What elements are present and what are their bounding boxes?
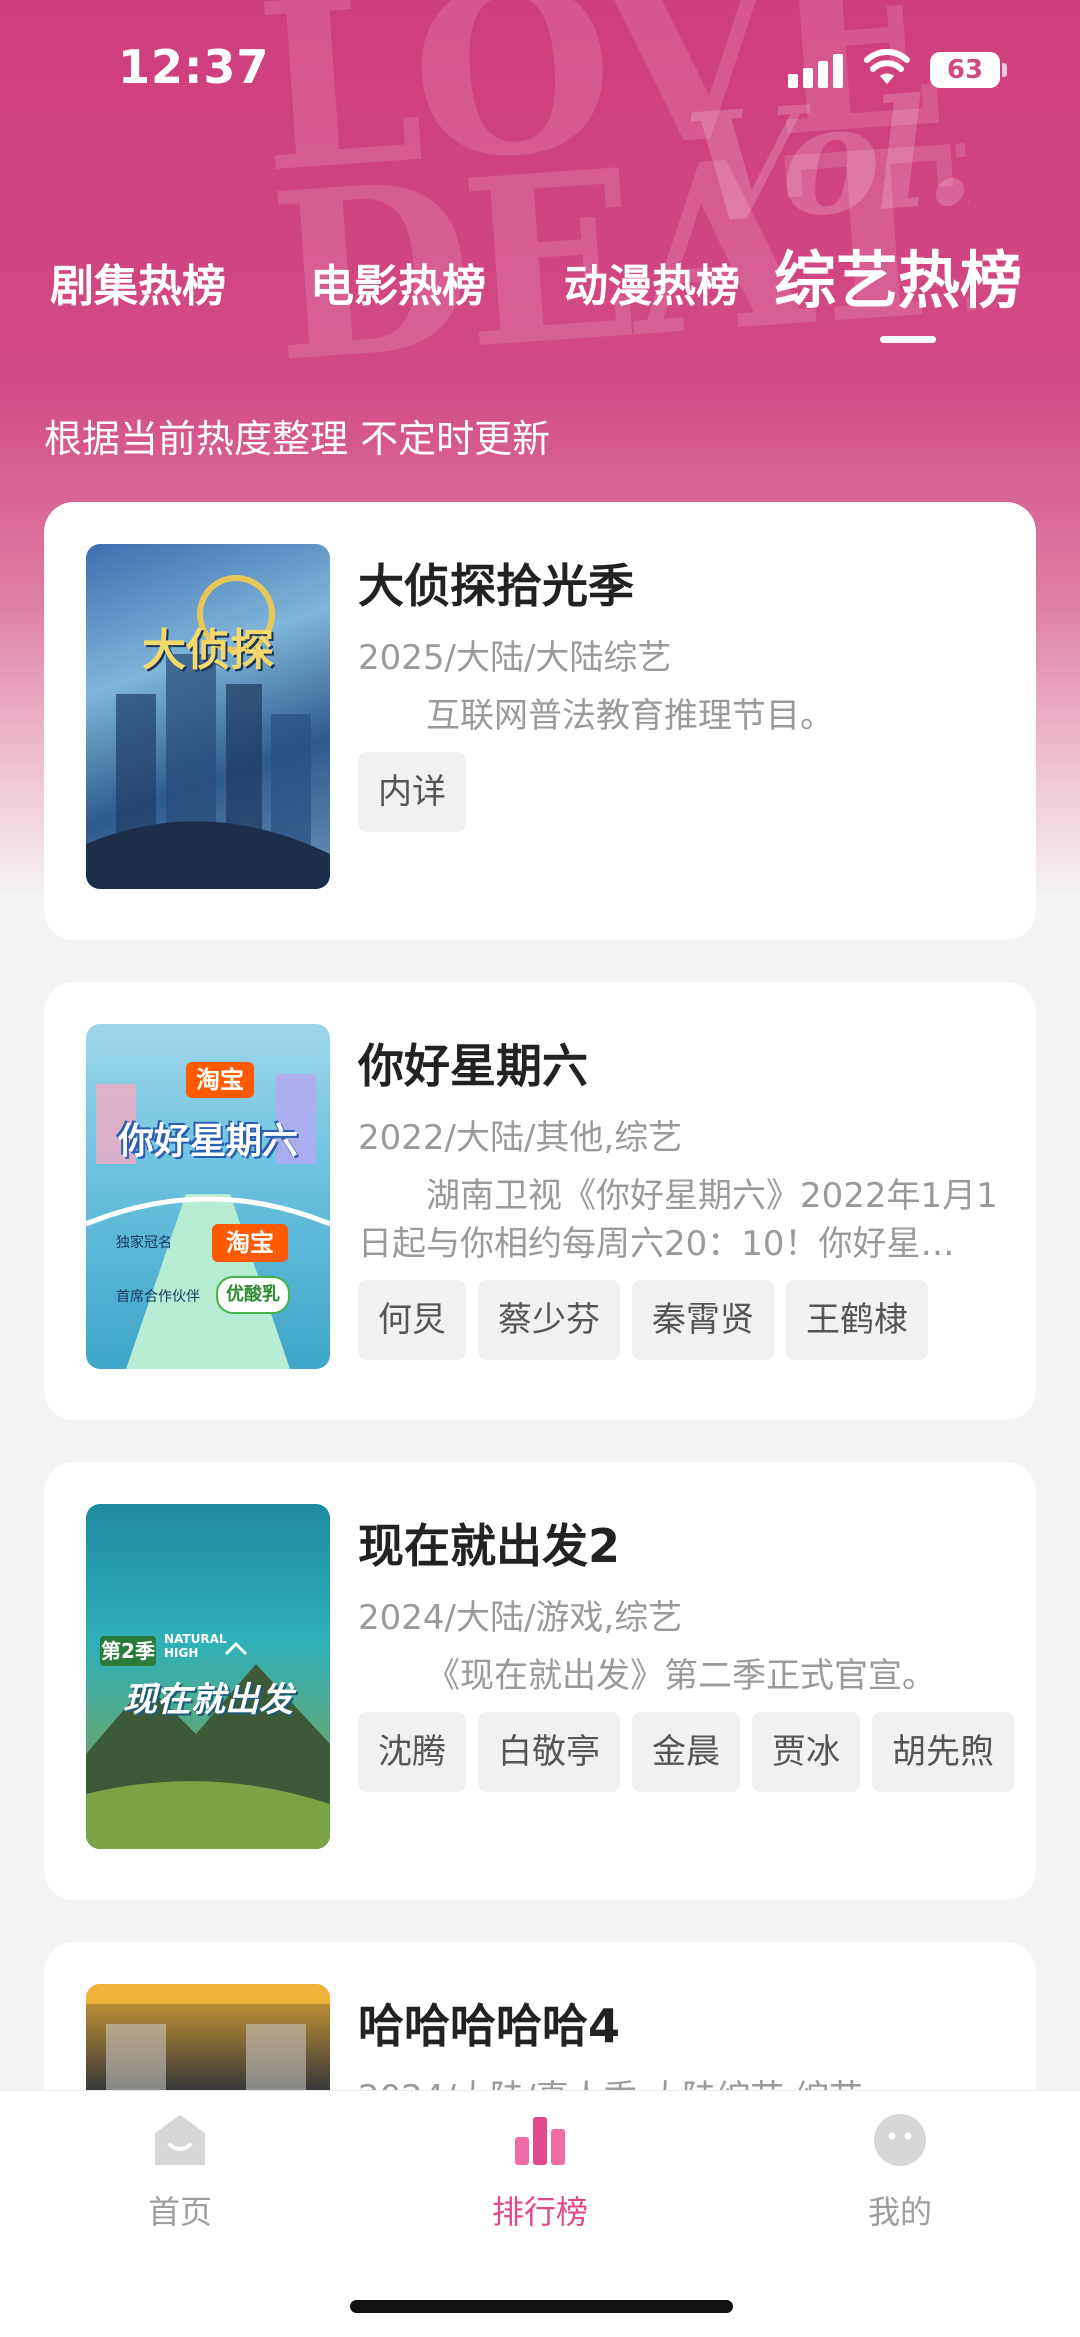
cast-tag[interactable]: 贾冰 — [752, 1712, 860, 1792]
poster-title: 大侦探 — [142, 625, 274, 676]
tabbar-ranking[interactable]: 排行榜 — [450, 2111, 630, 2233]
cast-tag[interactable]: 内详 — [358, 752, 466, 832]
poster-badge: 淘宝 — [186, 1062, 254, 1098]
cast-tag[interactable]: 何炅 — [358, 1280, 466, 1360]
cast-tag[interactable]: 蔡少芬 — [478, 1280, 620, 1360]
cast-tag[interactable]: 白敬亭 — [478, 1712, 620, 1792]
poster-sponsor: 淘宝 — [212, 1224, 288, 1262]
poster-artwork — [86, 575, 330, 889]
show-meta: 2024/大陆/游戏,综艺 — [358, 1598, 683, 1638]
cast-tags: 何炅 蔡少芬 秦霄贤 王鹤棣 — [358, 1280, 928, 1360]
poster-partner: 优酸乳 — [216, 1276, 290, 1314]
poster-badge: 第2季 — [100, 1636, 156, 1666]
battery-tip — [1002, 63, 1007, 77]
app-screen: LOVE DEATH Vol.2 12:37 63 剧集热榜 电影热榜 动漫热榜 综… — [0, 0, 1080, 2337]
cast-tag[interactable]: 王鹤棣 — [786, 1280, 928, 1360]
tabbar-label: 首页 — [147, 2193, 212, 2231]
poster-partner-label: 首席合作伙伴 — [116, 1289, 200, 1305]
tab-drama-chart[interactable]: 剧集热榜 — [50, 250, 226, 314]
poster-en-title: NATURAL HIGH — [164, 1632, 227, 1660]
show-title[interactable]: 你好星期六 — [358, 1030, 588, 1096]
show-meta: 2025/大陆/大陆综艺 — [358, 638, 672, 678]
show-title[interactable]: 哈哈哈哈哈4 — [358, 1990, 620, 2056]
home-indicator — [350, 2300, 733, 2313]
cast-tags: 内详 — [358, 752, 466, 832]
profile-icon — [874, 2114, 926, 2166]
show-meta: 2022/大陆/其他,综艺 — [358, 1118, 683, 1158]
status-time: 12:37 — [118, 40, 270, 94]
cast-tag[interactable]: 胡先煦 — [872, 1712, 1014, 1792]
show-title[interactable]: 大侦探拾光季 — [358, 550, 634, 616]
show-poster[interactable]: 淘宝 你好星期六 独家冠名 淘宝 首席合作伙伴 优酸乳 — [86, 1024, 330, 1369]
tabbar-label: 排行榜 — [491, 2193, 588, 2231]
cast-tag[interactable]: 沈腾 — [358, 1712, 466, 1792]
tabbar-home[interactable]: 首页 — [90, 2111, 270, 2233]
update-note: 根据当前热度整理 不定时更新 — [44, 417, 551, 461]
category-tabs: 剧集热榜 电影热榜 动漫热榜 综艺热榜 — [0, 230, 1080, 343]
battery-indicator: 63 — [930, 52, 1000, 88]
poster-title: 现在就出发 — [123, 1680, 293, 1720]
home-icon — [155, 2115, 205, 2165]
tab-movie-chart[interactable]: 电影热榜 — [310, 250, 486, 314]
tabbar-profile[interactable]: 我的 — [810, 2111, 990, 2233]
tab-anime-chart[interactable]: 动漫热榜 — [564, 250, 740, 314]
show-card[interactable]: 大侦探 大侦探拾光季 2025/大陆/大陆综艺 互联网普法教育推理节目。 内详 — [44, 502, 1036, 940]
tabbar-label: 我的 — [867, 2193, 932, 2231]
active-tab-indicator — [880, 336, 936, 343]
show-description: 互联网普法教育推理节目。 — [426, 696, 834, 736]
cast-tag[interactable]: 秦霄贤 — [632, 1280, 774, 1360]
cast-tag[interactable]: 金晨 — [632, 1712, 740, 1792]
show-description: 《现在就出发》第二季正式官宣。 — [426, 1656, 936, 1696]
ranking-icon — [515, 2117, 565, 2165]
poster-sponsor-label: 独家冠名 — [116, 1235, 172, 1251]
show-poster[interactable]: 第2季 NATURAL HIGH 现在就出发 — [86, 1504, 330, 1849]
show-title[interactable]: 现在就出发2 — [358, 1510, 620, 1576]
show-description: 湖南卫视《你好星期六》2022年1月1日起与你相约每周六20：10！你好星… — [358, 1176, 998, 1264]
poster-title: 你好星期六 — [117, 1121, 298, 1162]
cast-tags: 沈腾 白敬亭 金晨 贾冰 胡先煦 — [358, 1712, 1014, 1792]
status-bar: 12:37 63 — [0, 0, 1080, 140]
wifi-icon — [864, 49, 910, 84]
cellular-signal-icon — [788, 54, 846, 88]
show-card[interactable]: 第2季 NATURAL HIGH 现在就出发 现在就出发2 2024/大陆/游戏… — [44, 1462, 1036, 1900]
tab-variety-chart[interactable]: 综艺热榜 — [774, 230, 1022, 320]
show-poster[interactable]: 大侦探 — [86, 544, 330, 889]
show-card[interactable]: 淘宝 你好星期六 独家冠名 淘宝 首席合作伙伴 优酸乳 你好星期六 2022/大… — [44, 982, 1036, 1420]
